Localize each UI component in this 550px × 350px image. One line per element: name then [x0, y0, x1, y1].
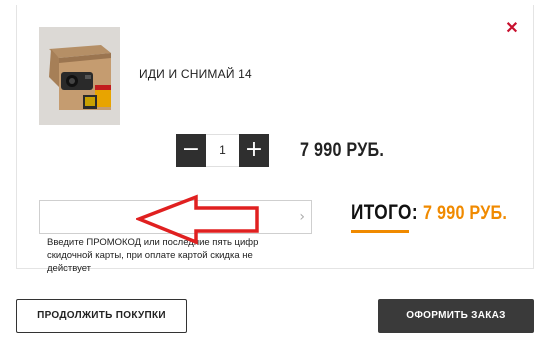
quantity-decrement-button[interactable]: − [176, 134, 206, 167]
quantity-increment-button[interactable]: + [239, 134, 269, 167]
checkout-button[interactable]: ОФОРМИТЬ ЗАКАЗ [378, 299, 534, 333]
annotation-arrow-icon [136, 194, 259, 245]
item-price: 7 990 РУБ. [300, 140, 385, 161]
continue-shopping-button[interactable]: ПРОДОЛЖИТЬ ПОКУПКИ [16, 299, 187, 333]
chevron-right-icon[interactable]: › [299, 209, 305, 225]
total-underline [351, 230, 409, 233]
total-label: ИТОГО: [351, 201, 418, 224]
product-name: ИДИ И СНИМАЙ 14 [139, 67, 252, 81]
total-value: 7 990 РУБ. [423, 203, 508, 224]
quantity-stepper: − 1 + [176, 134, 269, 167]
product-image [39, 27, 120, 125]
quantity-input[interactable]: 1 [206, 134, 239, 167]
close-icon[interactable]: ✕ [505, 21, 519, 37]
